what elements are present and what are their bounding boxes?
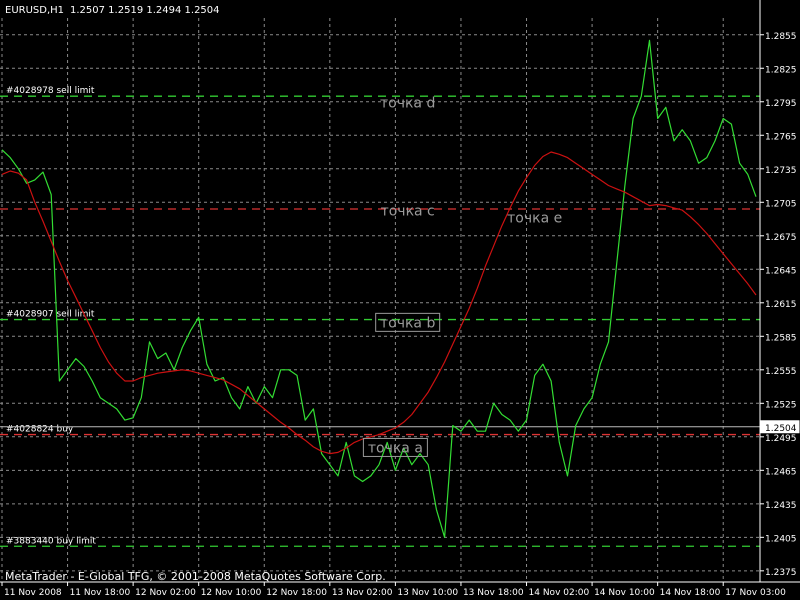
y-tick-label: 1.2705 bbox=[765, 199, 797, 209]
x-tick-label: 13 Nov 02:00 bbox=[332, 588, 393, 598]
x-tick-label: 12 Nov 02:00 bbox=[135, 588, 196, 598]
y-tick-label: 1.2825 bbox=[765, 65, 797, 75]
x-tick-label: 12 Nov 18:00 bbox=[266, 588, 327, 598]
annotation-label: точка c bbox=[381, 204, 435, 220]
order-line-label: #4028824 buy bbox=[6, 425, 74, 435]
price-chart[interactable]: #4028978 sell limit #4028907 sell limit #4… bbox=[0, 0, 800, 600]
annotation-label: точка e bbox=[507, 210, 562, 226]
y-tick-label: 1.2735 bbox=[765, 166, 797, 176]
annotation-label: точка a bbox=[368, 440, 423, 456]
chart-header: EURUSD,H1 1.2507 1.2519 1.2494 1.2504 bbox=[5, 5, 220, 16]
y-tick-label: 1.2855 bbox=[765, 32, 797, 42]
y-tick-label: 1.2795 bbox=[765, 99, 797, 109]
x-tick-label: 11 Nov 18:00 bbox=[70, 588, 131, 598]
y-tick-label: 1.2555 bbox=[765, 367, 797, 377]
x-tick-label: 13 Nov 10:00 bbox=[397, 588, 458, 598]
order-line-label: #3883440 buy limit bbox=[6, 536, 96, 546]
order-line-label: #4028978 sell limit bbox=[6, 86, 95, 96]
y-tick-label: 1.2675 bbox=[765, 233, 797, 243]
y-tick-label: 1.2765 bbox=[765, 132, 797, 142]
chart-background bbox=[0, 0, 800, 600]
y-tick-label: 1.2375 bbox=[765, 568, 797, 578]
order-line-label: #4028907 sell limit bbox=[6, 310, 95, 320]
ohlc-values: 1.2507 1.2519 1.2494 1.2504 bbox=[70, 5, 220, 16]
annotation-label: точка b bbox=[380, 315, 435, 331]
y-tick-label: 1.2495 bbox=[765, 434, 797, 444]
y-tick-label: 1.2615 bbox=[765, 300, 797, 310]
y-tick-label: 1.2435 bbox=[765, 501, 797, 511]
x-tick-label: 13 Nov 18:00 bbox=[463, 588, 524, 598]
y-tick-label: 1.2405 bbox=[765, 534, 797, 544]
y-tick-label: 1.2465 bbox=[765, 467, 797, 477]
current-price-label: 1.2504 bbox=[765, 424, 797, 434]
y-tick-label: 1.2525 bbox=[765, 400, 797, 410]
x-tick-label: 11 Nov 2008 bbox=[4, 588, 62, 598]
x-tick-label: 12 Nov 10:00 bbox=[201, 588, 262, 598]
x-tick-label: 14 Nov 10:00 bbox=[594, 588, 655, 598]
x-tick-label: 14 Nov 18:00 bbox=[660, 588, 721, 598]
symbol-label: EURUSD,H1 bbox=[5, 5, 64, 16]
x-tick-label: 14 Nov 02:00 bbox=[529, 588, 590, 598]
y-tick-label: 1.2585 bbox=[765, 333, 797, 343]
annotation-label: точка d bbox=[380, 95, 435, 111]
x-tick-label: 17 Nov 03:00 bbox=[725, 588, 786, 598]
copyright-text: MetaTrader - E-Global TFG, © 2001-2008 M… bbox=[5, 570, 386, 583]
y-tick-label: 1.2645 bbox=[765, 266, 797, 276]
